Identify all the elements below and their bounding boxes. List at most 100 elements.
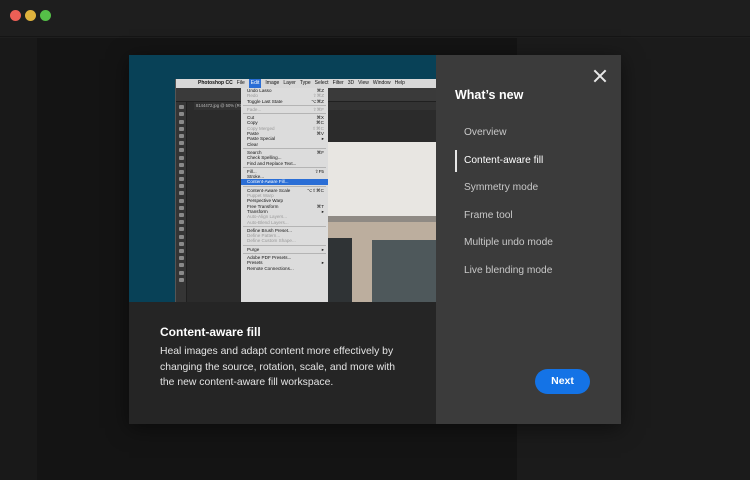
preview-edit-menu-item-label: Redo — [247, 93, 258, 99]
nav-item-symmetry-mode[interactable]: Symmetry mode — [455, 174, 615, 202]
preview-edit-menu-item: Remote Connections... — [241, 266, 328, 271]
preview-menu-separator — [243, 104, 326, 106]
preview-tool-icon — [178, 205, 184, 210]
preview-tool-icon — [178, 155, 184, 160]
feature-nav: Overview Content-aware fill Symmetry mode F… — [455, 119, 615, 285]
preview-edit-menu-item-label: Puppet Warp — [247, 193, 274, 199]
preview-edit-menu-item-label: Clear — [247, 141, 258, 147]
preview-toolbar — [176, 102, 187, 302]
preview-edit-menu-item: Toggle Last State ⌥⌘Z — [241, 99, 328, 104]
preview-edit-menu-item-label: Perspective Warp — [247, 198, 284, 204]
preview-edit-menu-item: Clear — [241, 142, 328, 147]
preview-edit-menu-item-label: Content-Aware Fill... — [247, 179, 289, 185]
preview-menu-separator — [243, 147, 326, 149]
preview-tool-icon — [178, 220, 184, 225]
nav-item-content-aware-fill[interactable]: Content-aware fill — [455, 147, 615, 175]
preview-edit-menu-item-label: Auto-Blend Layers... — [247, 219, 289, 225]
preview-menu-window: Window — [372, 80, 391, 86]
preview-menu-3d: 3D — [347, 80, 355, 86]
preview-edit-menu-item-label: Free Transform — [247, 203, 279, 209]
preview-menu-separator — [243, 185, 326, 187]
preview-menubar: Photoshop CC File Edit Image Layer Type Select… — [176, 79, 436, 88]
preview-menu-separator — [243, 252, 326, 255]
preview-edit-menu-item: Define Custom Shape... — [241, 238, 328, 243]
preview-menu-select: Select — [314, 80, 329, 86]
preview-edit-menu-item-label: Presets — [247, 260, 263, 266]
preview-edit-menu-item-label: Content-Aware Scale — [247, 187, 291, 193]
preview-edit-menu-item-label: Paste Special — [247, 136, 276, 142]
preview-edit-menu-item-label: Check Spelling... — [247, 155, 282, 161]
photoshop-screenshot: Photoshop CC File Edit Image Layer Type Select… — [175, 79, 436, 302]
nav-item-frame-tool[interactable]: Frame tool — [455, 202, 615, 230]
preview-edit-menu-item-label: Cut — [247, 115, 255, 121]
preview-tool-icon — [178, 119, 184, 124]
preview-tool-icon — [178, 162, 184, 167]
preview-edit-menu-item-label: Define Custom Shape... — [247, 238, 296, 244]
preview-edit-menu-item-label: Undo Lasso — [247, 88, 272, 93]
preview-menu-separator — [243, 244, 326, 246]
preview-menu-view: View — [358, 80, 369, 86]
preview-menu-filter: Filter — [332, 80, 344, 86]
preview-edit-menu-item-label: Fade... — [247, 106, 262, 112]
title-bar — [0, 0, 750, 37]
preview-edit-menu-shortcut: ⇧⌘F — [312, 106, 324, 112]
whats-new-dialog: Photoshop CC File Edit Image Layer Type Select… — [129, 55, 621, 424]
preview-edit-menu-item: Find and Replace Text... — [241, 161, 328, 166]
preview-tool-icon — [178, 169, 184, 174]
preview-tool-icon — [178, 184, 184, 189]
preview-tool-icon — [178, 241, 184, 246]
feature-description: Heal images and adapt content more effec… — [160, 346, 396, 389]
preview-tool-icon — [178, 263, 184, 268]
preview-edit-menu-item-label: Transform — [247, 208, 268, 214]
preview-tool-icon — [178, 191, 184, 196]
preview-edit-menu-item-label: Auto-Align Layers... — [247, 214, 288, 220]
preview-tool-icon — [178, 270, 184, 275]
preview-menu-separator — [243, 112, 326, 115]
nav-item-live-blending-mode[interactable]: Live blending mode — [455, 257, 615, 285]
preview-canvas-photo — [328, 142, 436, 302]
close-icon[interactable] — [593, 69, 607, 83]
preview-menu-edit: Edit — [248, 79, 262, 88]
preview-edit-menu-item-label: Define Pattern... — [247, 233, 281, 239]
preview-tool-icon — [178, 133, 184, 138]
preview-tool-icon — [178, 248, 184, 253]
photo-vehicle-right — [372, 240, 436, 302]
zoom-window-button[interactable] — [40, 10, 51, 21]
minimize-window-button[interactable] — [25, 10, 36, 21]
preview-edit-menu-item-label: Fill... — [247, 168, 257, 174]
preview-edit-menu-shortcut: ▸ — [321, 246, 324, 252]
preview-tool-icon — [178, 148, 184, 153]
preview-edit-menu-item: Content-Aware Fill... — [241, 179, 328, 185]
feature-preview-image: Photoshop CC File Edit Image Layer Type Select… — [129, 55, 436, 302]
preview-tool-icon — [178, 105, 184, 110]
feature-info: Content-aware fill Heal images and adapt… — [129, 302, 436, 424]
whats-new-sidebar: What’s new Overview Content-aware fill Sym… — [436, 55, 621, 424]
preview-edit-menu-item-label: Search — [247, 149, 262, 155]
preview-tool-icon — [178, 141, 184, 146]
preview-tool-icon — [178, 126, 184, 131]
preview-menu-layer: Layer — [283, 80, 296, 86]
preview-edit-menu-item-label: Remote Connections... — [247, 265, 294, 271]
preview-edit-menu-item-label: Toggle Last State — [247, 98, 283, 104]
preview-tool-icon — [178, 213, 184, 217]
feature-title: Content-aware fill — [160, 325, 261, 339]
close-window-button[interactable] — [10, 10, 21, 21]
preview-edit-menu-item-label: Define Brush Preset... — [247, 227, 292, 233]
preview-app-name: Photoshop CC — [198, 80, 233, 86]
preview-edit-menu-item: Fade... ⇧⌘F — [241, 107, 328, 112]
nav-item-overview[interactable]: Overview — [455, 119, 615, 147]
dialog-title: What’s new — [455, 88, 524, 102]
preview-edit-menu-item-label: Copy — [247, 120, 258, 126]
preview-menu-file: File — [236, 80, 245, 86]
preview-edit-menu-item: Purge ▸ — [241, 247, 328, 252]
next-button[interactable]: Next — [535, 369, 590, 394]
preview-tool-icon — [178, 112, 184, 117]
preview-menu-type: Type — [299, 80, 311, 86]
preview-tool-icon — [178, 177, 184, 182]
preview-tool-icon — [178, 234, 184, 239]
preview-tool-icon — [178, 198, 184, 203]
preview-edit-menu-item-label: Copy Merged — [247, 125, 275, 131]
nav-item-multiple-undo-mode[interactable]: Multiple undo mode — [455, 229, 615, 257]
preview-edit-menu-item: Auto-Blend Layers... — [241, 220, 328, 225]
preview-menu-image: Image — [265, 80, 280, 86]
